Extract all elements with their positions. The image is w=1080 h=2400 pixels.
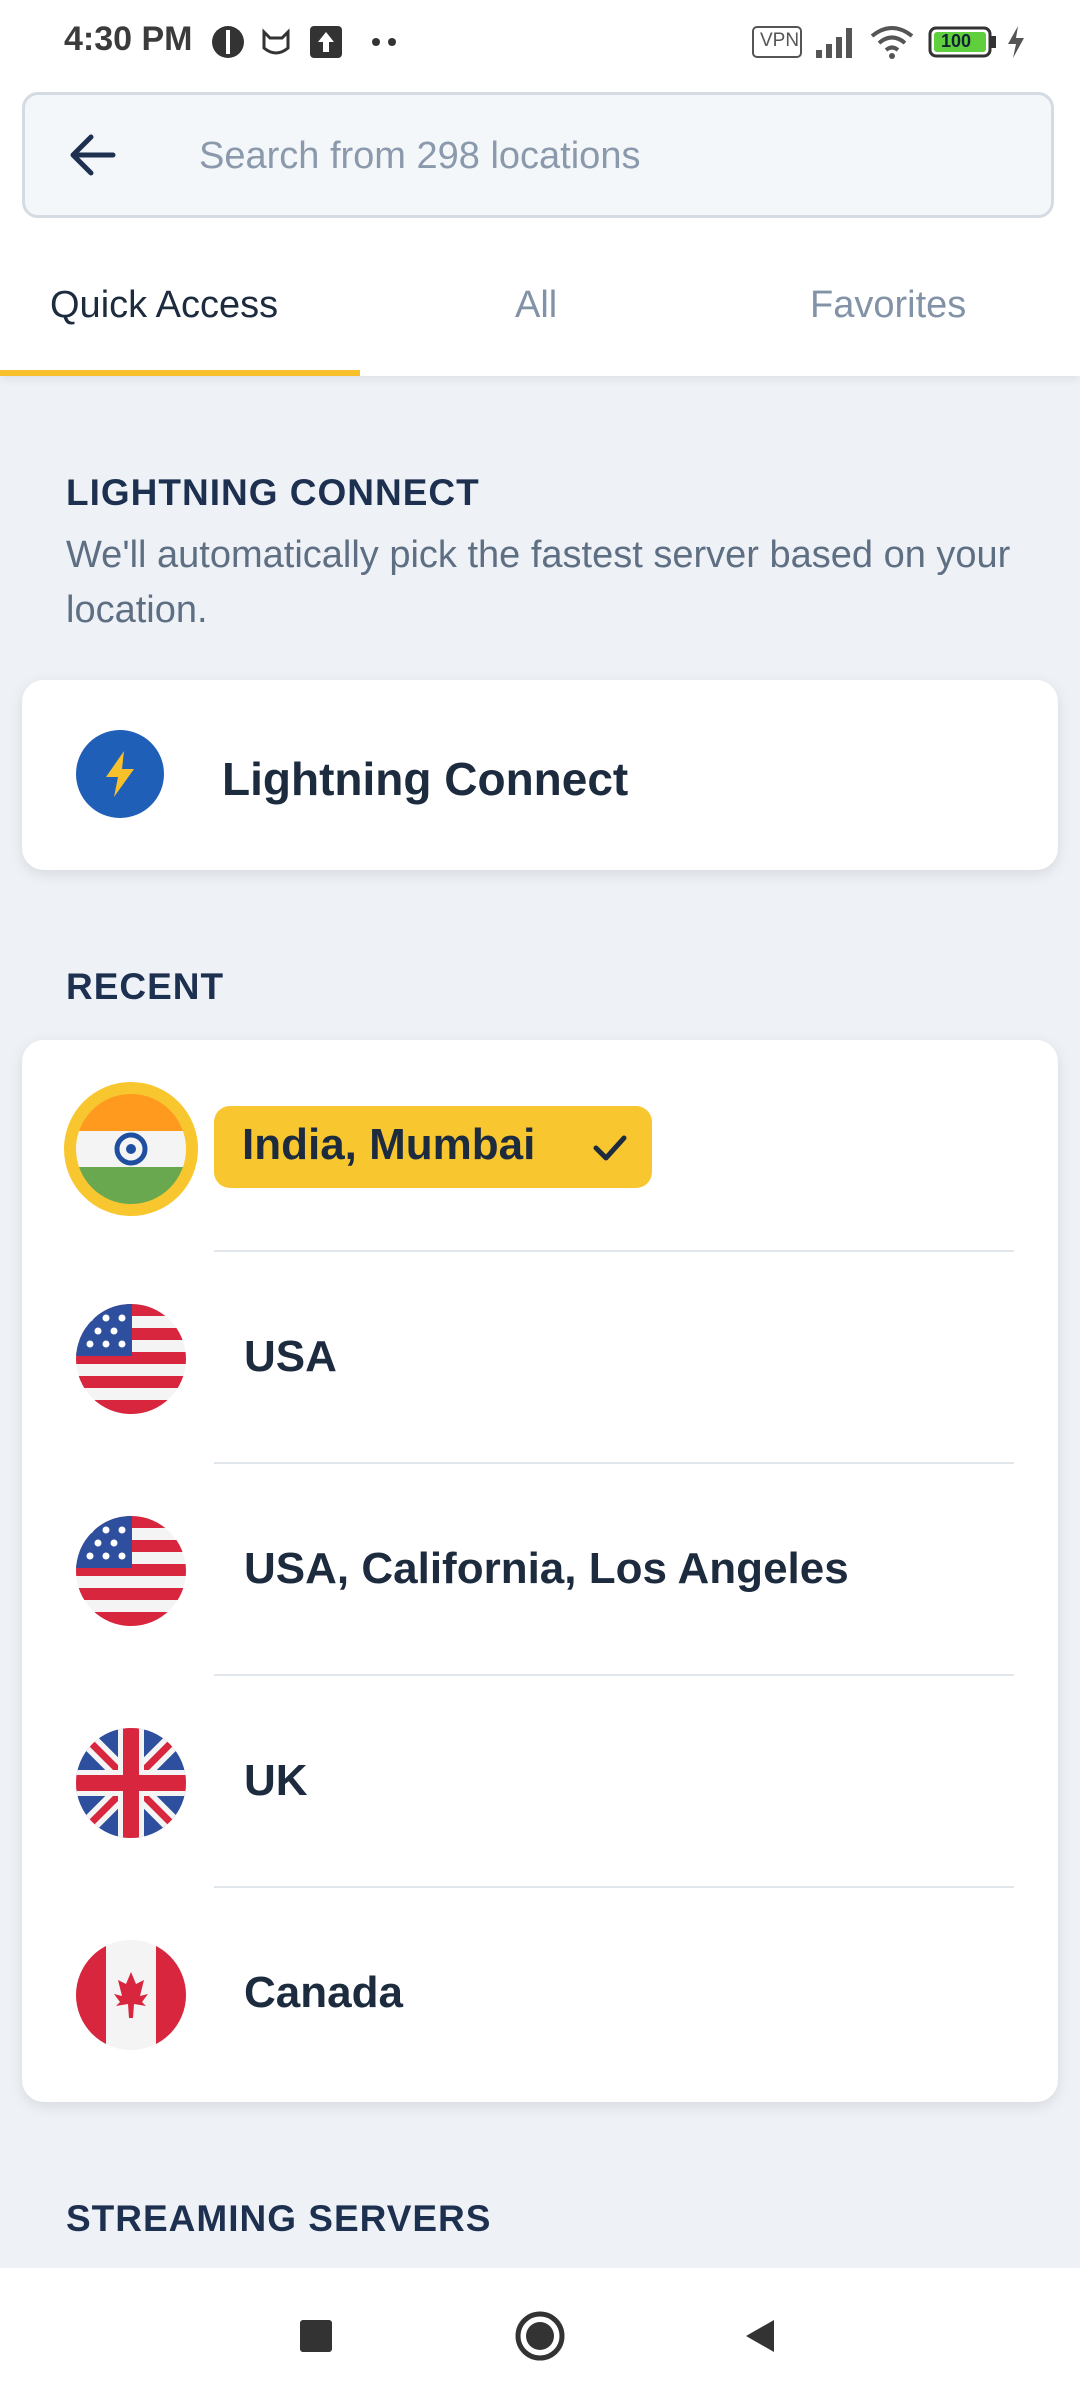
selected-location-pill: India, Mumbai bbox=[214, 1106, 652, 1188]
status-bar: 4:30 PM VPN 100 bbox=[0, 0, 1080, 84]
recent-item-label: India, Mumbai bbox=[242, 1120, 536, 1169]
usa-flag-icon bbox=[76, 1304, 186, 1414]
recent-item-label: UK bbox=[244, 1756, 308, 1805]
status-time: 4:30 PM bbox=[64, 20, 193, 58]
lightning-heading: LIGHTNING CONNECT bbox=[66, 472, 480, 513]
back-arrow-icon[interactable] bbox=[61, 123, 125, 187]
wifi-icon bbox=[868, 22, 916, 62]
recent-item-label: USA, California, Los Angeles bbox=[244, 1544, 849, 1593]
search-input[interactable]: Search from 298 locations bbox=[22, 92, 1054, 218]
home-circle-icon[interactable] bbox=[510, 2306, 570, 2366]
notification-icon bbox=[210, 22, 246, 62]
active-tab-indicator bbox=[0, 370, 360, 376]
lightning-bolt-icon bbox=[76, 730, 164, 818]
canada-flag-icon bbox=[76, 1940, 186, 2050]
upload-icon bbox=[308, 22, 344, 62]
recent-item-usa-los-angeles[interactable]: USA, California, Los Angeles bbox=[22, 1464, 1058, 1676]
lightning-connect-label: Lightning Connect bbox=[222, 753, 629, 805]
streaming-heading: STREAMING SERVERS bbox=[66, 2198, 492, 2239]
tab-bar: Quick Access All Favorites bbox=[0, 244, 1080, 376]
tab-quick-access[interactable]: Quick Access bbox=[50, 284, 278, 327]
tab-all[interactable]: All bbox=[515, 284, 557, 327]
recent-heading: RECENT bbox=[66, 966, 225, 1007]
back-triangle-icon[interactable] bbox=[730, 2306, 790, 2366]
signal-icon bbox=[814, 22, 858, 62]
cat-icon bbox=[258, 22, 294, 62]
uk-flag-icon bbox=[76, 1728, 186, 1838]
recent-list: India, Mumbai USA USA, California, Los A… bbox=[22, 1040, 1058, 2102]
recent-item-uk[interactable]: UK bbox=[22, 1676, 1058, 1888]
system-nav-bar bbox=[0, 2268, 1080, 2400]
recent-item-india-mumbai[interactable]: India, Mumbai bbox=[22, 1040, 1058, 1252]
recent-item-label: USA bbox=[244, 1332, 337, 1381]
lightning-description: We'll automatically pick the fastest ser… bbox=[66, 534, 1011, 631]
recent-item-label: Canada bbox=[244, 1968, 403, 2017]
vpn-label: VPN bbox=[760, 30, 800, 51]
recent-item-canada[interactable]: Canada bbox=[22, 1888, 1058, 2100]
charging-icon bbox=[1004, 22, 1028, 62]
recents-square-icon[interactable] bbox=[286, 2306, 346, 2366]
lightning-connect-button[interactable]: Lightning Connect bbox=[22, 680, 1058, 870]
india-flag-icon bbox=[76, 1094, 186, 1204]
battery-level: 100 bbox=[941, 31, 972, 51]
search-placeholder: Search from 298 locations bbox=[199, 135, 641, 177]
recent-item-usa[interactable]: USA bbox=[22, 1252, 1058, 1464]
tab-favorites[interactable]: Favorites bbox=[810, 284, 966, 327]
checkmark-icon bbox=[593, 1135, 627, 1161]
search-bar: Search from 298 locations bbox=[0, 84, 1080, 244]
more-dots-icon bbox=[366, 22, 402, 62]
usa-flag-icon bbox=[76, 1516, 186, 1626]
